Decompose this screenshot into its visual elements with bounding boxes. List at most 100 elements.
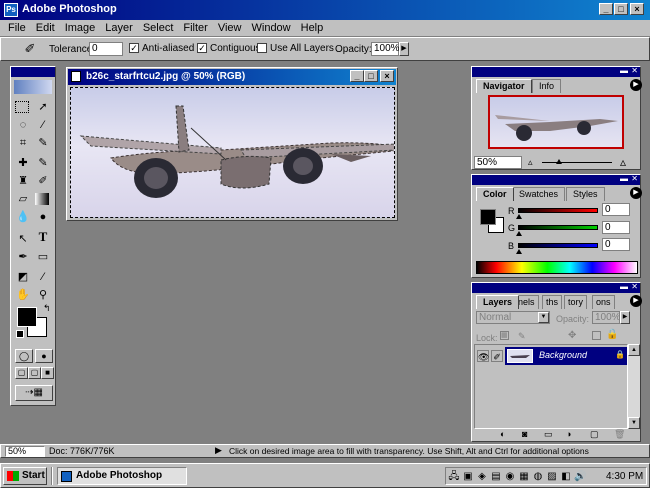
document-maximize-button[interactable]: □ [364,70,378,82]
palette-menu-arrow-icon[interactable]: ▶ [630,79,642,91]
blur-tool-icon[interactable]: 💧 [15,209,31,225]
foreground-color-swatch[interactable] [17,307,37,327]
anti-aliased-checkbox[interactable]: ✓ Anti-aliased [129,43,194,55]
magic-wand-tool-icon[interactable]: ⁄ [35,117,51,133]
full-screen-menu-mode-icon[interactable]: ▢ [28,367,41,379]
layer-style-icon[interactable]: ◐ [500,429,505,439]
tab-layers[interactable]: Layers [476,295,520,309]
tab-info[interactable]: Info [532,79,562,93]
menu-file[interactable]: File [0,20,31,36]
status-menu-arrow-icon[interactable]: ▶ [215,445,222,456]
scroll-down-arrow-icon[interactable]: ▼ [628,417,640,429]
navigator-thumbnail[interactable] [488,95,624,149]
gradient-tool-icon[interactable] [35,193,49,205]
tray-app-icon-6[interactable]: ◍ [532,470,544,484]
lock-move-icon[interactable]: ✥ [568,330,576,341]
document-canvas[interactable] [70,87,395,218]
layer-visibility-eye-icon[interactable]: 👁 [477,350,489,362]
default-colors-icon[interactable] [16,330,24,338]
layers-scrollbar[interactable]: ▲ ▼ [628,344,640,429]
tray-app-icon-7[interactable]: ▨ [546,470,558,484]
palette-minimize-icon[interactable]: ▬ [620,66,628,75]
lock-all-icon[interactable] [592,331,601,340]
layer-opacity-arrow[interactable]: ▶ [620,311,630,324]
menu-view[interactable]: View [213,20,247,36]
layer-brush-icon[interactable]: ✐ [491,350,503,362]
color-palette-title[interactable]: ▬ ✕ [472,174,640,185]
menu-select[interactable]: Select [138,20,179,36]
adjustment-layer-icon[interactable]: ◑ [566,429,571,439]
toolbox-title-bar[interactable] [11,67,55,77]
dodge-tool-icon[interactable]: ● [35,209,51,225]
hand-tool-icon[interactable]: ✋ [15,287,31,303]
tray-app-icon-5[interactable]: ▦ [518,470,530,484]
swap-colors-icon[interactable]: ↰ [43,303,51,314]
clone-stamp-tool-icon[interactable]: ♜ [15,173,31,189]
menu-filter[interactable]: Filter [178,20,212,36]
tray-network-icon[interactable]: 🖧 [448,470,460,484]
document-close-button[interactable]: × [380,70,394,82]
use-all-layers-checkbox[interactable]: Use All Layers [257,43,334,55]
palette-close-icon[interactable]: ✕ [631,174,638,183]
zoom-out-icon[interactable]: ▵ [528,157,533,168]
color-spectrum-ramp[interactable] [476,261,638,274]
tray-app-icon-3[interactable]: ▤ [490,470,502,484]
palette-menu-arrow-icon[interactable]: ▶ [630,295,642,307]
palette-close-icon[interactable]: ✕ [631,282,638,291]
menu-help[interactable]: Help [296,20,329,36]
navigator-palette-title[interactable]: ▬ ✕ [472,66,640,77]
menu-image[interactable]: Image [60,20,101,36]
new-set-icon[interactable]: ▭ [544,429,553,440]
menu-edit[interactable]: Edit [31,20,60,36]
blue-slider[interactable] [518,243,598,248]
lasso-tool-icon[interactable]: ◌ [15,117,31,133]
history-brush-tool-icon[interactable]: ✐ [35,173,51,189]
eyedropper-tool-icon[interactable]: ⁄ [35,269,51,285]
document-title-bar[interactable]: b26c_starfrtcu2.jpg @ 50% (RGB) _ □ × [68,69,396,85]
tray-app-icon-1[interactable]: ▣ [462,470,474,484]
red-value-input[interactable]: 0 [602,203,630,216]
lock-padlock-icon[interactable]: 🔒 [606,329,618,340]
menu-window[interactable]: Window [247,20,296,36]
rectangle-tool-icon[interactable]: ▭ [35,249,51,265]
lock-paint-icon[interactable]: ✎ [518,331,526,342]
pen-tool-icon[interactable]: ✒ [15,249,31,265]
layer-opacity-input[interactable]: 100% [592,311,621,324]
menu-layer[interactable]: Layer [100,20,138,36]
marquee-tool-icon[interactable] [15,101,29,113]
palette-minimize-icon[interactable]: ▬ [620,282,628,291]
blend-mode-dropdown-arrow[interactable]: ▼ [538,312,549,323]
type-tool-icon[interactable]: T [35,229,51,245]
add-mask-icon[interactable]: ◙ [522,429,527,439]
standard-screen-mode-icon[interactable]: ▢ [15,367,28,379]
contiguous-checkbox[interactable]: ✓ Contiguous [197,43,261,55]
quick-mask-mode-icon[interactable]: ● [35,349,53,363]
brush-tool-icon[interactable]: ✎ [35,155,51,171]
taskbar-task-photoshop[interactable]: Adobe Photoshop [57,467,187,485]
zoom-tool-icon[interactable]: ⚲ [35,287,51,303]
path-selection-tool-icon[interactable]: ↖ [15,231,31,247]
scroll-up-arrow-icon[interactable]: ▲ [628,344,640,356]
opacity-arrow-button[interactable]: ▶ [399,42,409,56]
green-slider-thumb[interactable] [516,231,522,236]
opacity-input[interactable]: 100% [371,42,400,56]
navigator-zoom-slider[interactable] [542,162,612,163]
tab-paths[interactable]: ths [542,295,563,309]
lock-transparency-icon[interactable]: ▦ [500,331,509,340]
full-screen-mode-icon[interactable]: ■ [41,367,54,379]
tab-navigator[interactable]: Navigator [476,79,532,93]
tray-clock[interactable]: 4:30 PM [606,470,643,483]
minimize-button[interactable]: _ [599,3,613,15]
tab-actions[interactable]: ons [592,295,615,309]
close-button[interactable]: × [630,3,644,15]
blue-value-input[interactable]: 0 [602,238,630,251]
navigator-zoom-input[interactable]: 50% [474,156,522,169]
zoom-slider-thumb[interactable] [556,159,562,164]
tray-app-icon-2[interactable]: ◈ [476,470,488,484]
magic-eraser-tool-icon[interactable]: ✐ [21,41,39,57]
tray-volume-icon[interactable]: 🔊 [574,470,586,484]
app-title-bar[interactable]: Ps Adobe Photoshop _ □ × [0,0,650,20]
palette-minimize-icon[interactable]: ▬ [620,174,628,183]
delete-layer-icon[interactable]: 🗑 [614,429,625,440]
tolerance-input[interactable]: 0 [89,42,123,56]
